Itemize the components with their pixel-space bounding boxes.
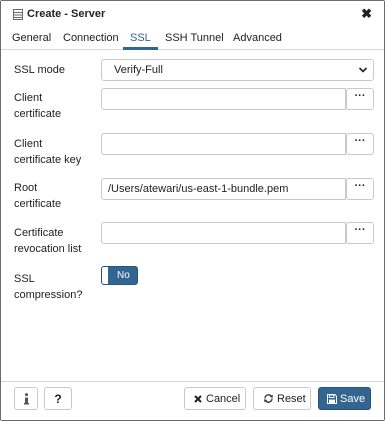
chevron-down-icon — [358, 67, 368, 73]
help-button[interactable]: ? — [44, 387, 72, 410]
ssl-mode-select[interactable]: Verify-Full — [101, 59, 374, 81]
toggle-knob — [102, 267, 108, 284]
dialog-title: Create - Server — [27, 8, 106, 20]
root-certificate-browse-button[interactable]: ··· — [346, 178, 374, 200]
cancel-button[interactable]: Cancel — [184, 387, 246, 410]
ssl-compression-toggle[interactable]: No — [101, 266, 138, 285]
save-button[interactable]: Save — [318, 387, 371, 410]
info-icon — [24, 393, 29, 405]
client-certificate-browse-button[interactable]: ··· — [346, 88, 374, 110]
client-certificate-key-label: Client certificate key — [14, 138, 82, 166]
certificate-revocation-list-input[interactable] — [101, 222, 346, 244]
reset-label: Reset — [277, 393, 306, 405]
create-server-dialog: Create - Server ✖ General Connection SSL… — [0, 0, 385, 421]
active-tab-indicator — [123, 47, 158, 50]
tab-advanced[interactable]: Advanced — [233, 32, 282, 44]
ssl-compression-label: SSL compression? — [14, 273, 83, 301]
client-certificate-key-browse-button[interactable]: ··· — [346, 133, 374, 155]
close-icon — [194, 395, 202, 403]
root-certificate-label: Root certificate — [14, 182, 62, 210]
help-label: ? — [54, 392, 62, 406]
toggle-state-label: No — [117, 270, 130, 281]
info-button[interactable] — [14, 387, 38, 410]
tab-ssh-tunnel[interactable]: SSH Tunnel — [165, 32, 224, 44]
dialog-titlebar[interactable]: Create - Server ✖ — [1, 1, 384, 28]
client-certificate-key-input[interactable] — [101, 133, 346, 155]
ssl-mode-value: Verify-Full — [114, 64, 163, 76]
reset-button[interactable]: Reset — [253, 387, 311, 410]
save-label: Save — [340, 393, 366, 405]
tab-general[interactable]: General — [12, 32, 51, 44]
dialog-footer: ? Cancel Reset Save — [1, 381, 384, 420]
recycle-icon — [264, 394, 273, 403]
cancel-label: Cancel — [206, 393, 241, 405]
tab-ssl[interactable]: SSL — [130, 32, 151, 44]
close-icon[interactable]: ✖ — [361, 7, 372, 21]
floppy-disk-icon — [327, 394, 337, 404]
certificate-revocation-list-label: Certificate revocation list — [14, 227, 82, 255]
client-certificate-input[interactable] — [101, 88, 346, 110]
server-icon — [13, 9, 23, 20]
tab-bar: General Connection SSL SSH Tunnel Advanc… — [1, 28, 384, 50]
root-certificate-input[interactable] — [101, 178, 346, 200]
certificate-revocation-list-browse-button[interactable]: ··· — [346, 222, 374, 244]
ssl-mode-label: SSL mode — [14, 64, 65, 76]
client-certificate-label: Client certificate — [14, 92, 62, 120]
tab-connection[interactable]: Connection — [63, 32, 119, 44]
